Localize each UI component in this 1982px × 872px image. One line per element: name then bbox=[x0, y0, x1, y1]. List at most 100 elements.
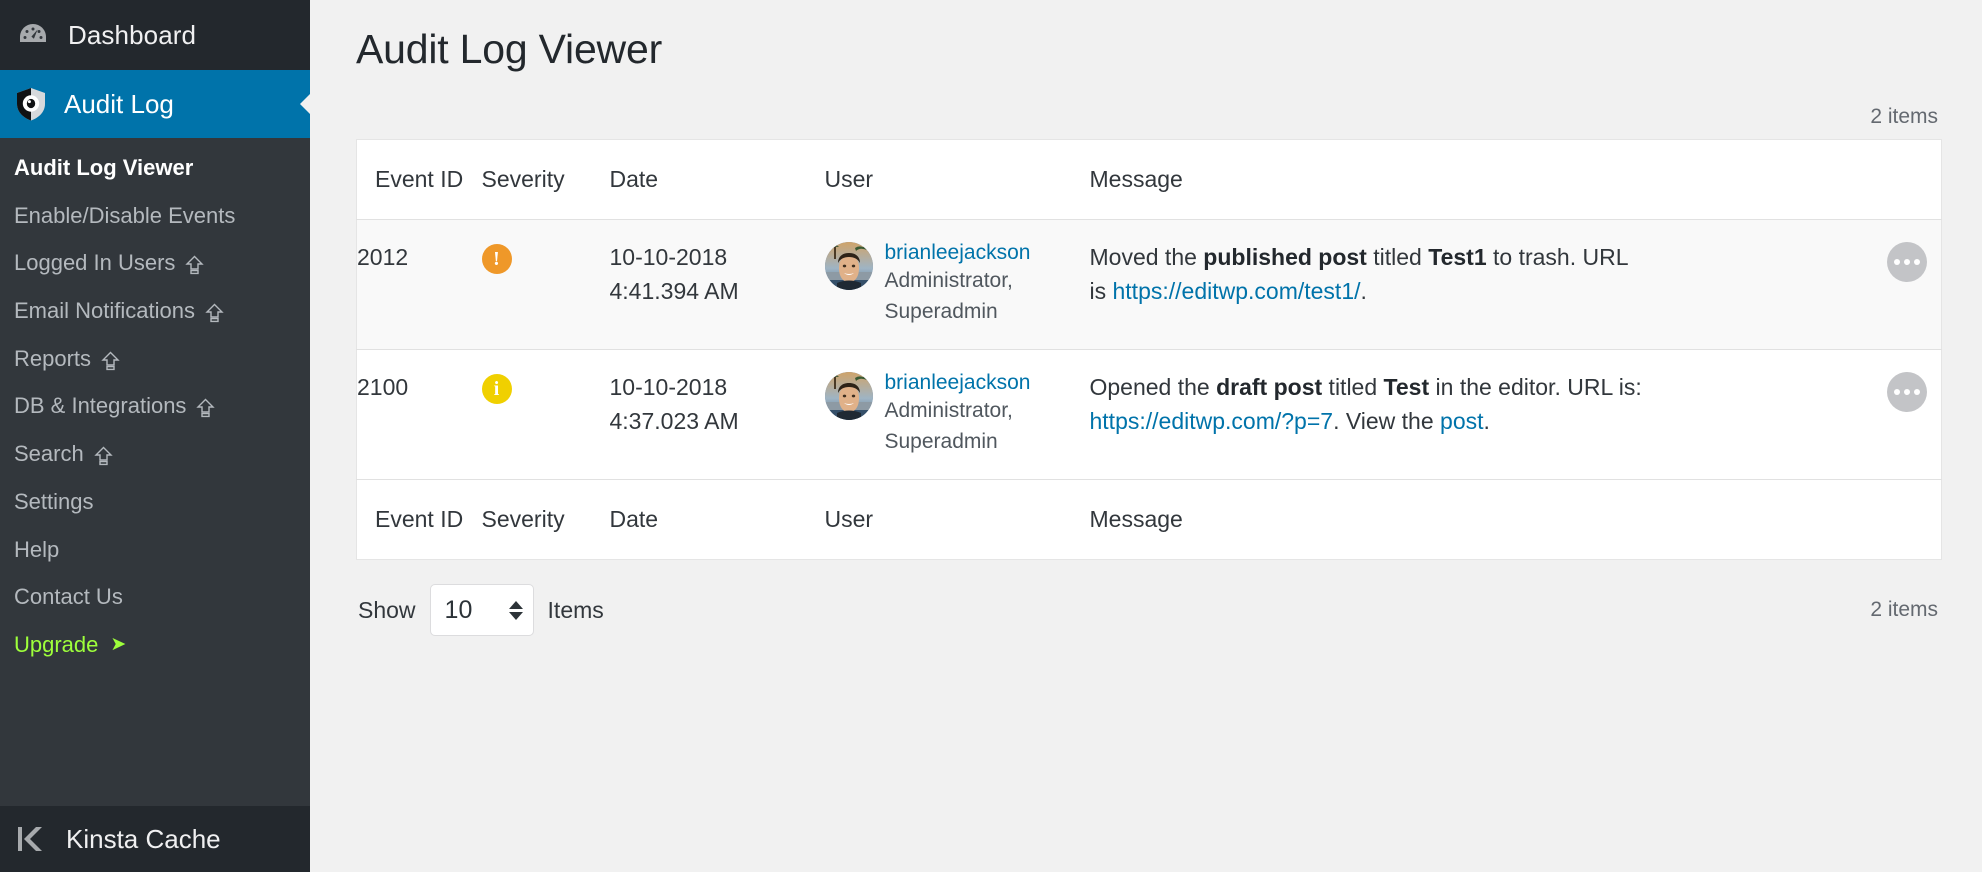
table-row[interactable]: 2012!10-10-20184:41.394 AMbrianleejackso… bbox=[357, 220, 1942, 350]
arrow-right-icon: ➤ bbox=[110, 635, 126, 654]
upgrade-arrow-icon bbox=[205, 301, 224, 321]
sidebar-item-dashboard-label: Dashboard bbox=[68, 20, 196, 51]
message-bold: draft post bbox=[1216, 374, 1322, 400]
sidebar-item-audit-log-label: Audit Log bbox=[64, 89, 174, 120]
submenu-item-label: Logged In Users bbox=[14, 248, 175, 278]
avatar bbox=[825, 372, 873, 420]
submenu-item-label: Upgrade bbox=[14, 630, 98, 660]
spinner-up-icon[interactable] bbox=[509, 601, 523, 609]
upgrade-arrow-icon bbox=[101, 349, 120, 369]
per-page-control: Show 10 Items bbox=[358, 584, 604, 636]
sidebar-item-audit-log[interactable]: Audit Log bbox=[0, 70, 310, 138]
page-title: Audit Log Viewer bbox=[356, 0, 1942, 73]
cell-event-id: 2012 bbox=[357, 220, 482, 350]
admin-sidebar: Dashboard Audit Log Audit Log Viewer Enab… bbox=[0, 0, 310, 872]
main-content: Audit Log Viewer 2 items Event IDSeverit… bbox=[310, 0, 1982, 872]
kinsta-k-icon bbox=[16, 823, 46, 855]
submenu-item-db-integrations[interactable]: DB & Integrations bbox=[0, 382, 310, 430]
date-day: 10-10-2018 bbox=[610, 370, 825, 404]
table-header-row: Event IDSeverityDateUserMessage bbox=[357, 140, 1942, 220]
submenu-item-label: DB & Integrations bbox=[14, 391, 186, 421]
message-bold: Test bbox=[1384, 374, 1430, 400]
submenu-item-reports[interactable]: Reports bbox=[0, 335, 310, 383]
user-name-link[interactable]: brianleejackson bbox=[885, 370, 1090, 396]
submenu-item-audit-log-viewer[interactable]: Audit Log Viewer bbox=[0, 144, 310, 192]
message-plain: Opened the bbox=[1090, 374, 1217, 400]
message-link[interactable]: https://editwp.com/?p=7 bbox=[1090, 408, 1334, 434]
sidebar-item-kinsta-cache-label: Kinsta Cache bbox=[66, 824, 221, 855]
col-header-user[interactable]: User bbox=[825, 140, 1090, 220]
submenu-item-label: Search bbox=[14, 439, 84, 469]
submenu-item-label: Settings bbox=[14, 487, 94, 517]
col-footer-user[interactable]: User bbox=[825, 480, 1090, 560]
shield-eye-icon bbox=[12, 85, 50, 123]
message-plain: in the editor. URL is: bbox=[1429, 374, 1642, 400]
submenu-item-settings[interactable]: Settings bbox=[0, 478, 310, 526]
items-count-top: 2 items bbox=[1870, 105, 1938, 129]
submenu-item-enable-disable-events[interactable]: Enable/Disable Events bbox=[0, 192, 310, 240]
table-row[interactable]: 2100i10-10-20184:37.023 AMbrianleejackso… bbox=[357, 350, 1942, 480]
table-head: Event IDSeverityDateUserMessage bbox=[357, 140, 1942, 220]
submenu-item-contact-us[interactable]: Contact Us bbox=[0, 573, 310, 621]
upgrade-arrow-icon bbox=[94, 444, 113, 464]
avatar bbox=[825, 242, 873, 290]
sidebar-item-kinsta-cache[interactable]: Kinsta Cache bbox=[0, 806, 310, 872]
col-footer-event-id[interactable]: Event ID bbox=[357, 480, 482, 560]
cell-date: 10-10-20184:37.023 AM bbox=[610, 350, 825, 480]
message-link[interactable]: post bbox=[1440, 408, 1483, 434]
tablenav-bottom: Show 10 Items 2 items bbox=[356, 560, 1942, 636]
ellipsis-icon[interactable] bbox=[1887, 372, 1927, 412]
submenu-item-search[interactable]: Search bbox=[0, 430, 310, 478]
message-bold: published post bbox=[1203, 244, 1367, 270]
message-text: Moved the published post titled Test1 to… bbox=[1090, 240, 1650, 308]
message-link[interactable]: https://editwp.com/test1/ bbox=[1113, 278, 1361, 304]
submenu-item-upgrade[interactable]: Upgrade ➤ bbox=[0, 621, 310, 669]
col-header-severity: Severity bbox=[482, 140, 610, 220]
cell-event-id: 2100 bbox=[357, 350, 482, 480]
submenu-item-label: Help bbox=[14, 535, 59, 565]
cell-user: brianleejacksonAdministrator, Superadmin bbox=[825, 220, 1090, 350]
spinner-arrows-icon[interactable] bbox=[509, 601, 523, 620]
upgrade-arrow-icon bbox=[185, 253, 204, 273]
col-footer-severity: Severity bbox=[482, 480, 610, 560]
info-icon: i bbox=[482, 374, 512, 404]
audit-log-table: Event IDSeverityDateUserMessage 2012!10-… bbox=[356, 139, 1942, 560]
per-page-stepper[interactable]: 10 bbox=[430, 584, 534, 636]
sidebar-item-dashboard[interactable]: Dashboard bbox=[0, 0, 310, 70]
spinner-down-icon[interactable] bbox=[509, 612, 523, 620]
col-header-date[interactable]: Date bbox=[610, 140, 825, 220]
per-page-value: 10 bbox=[445, 596, 509, 625]
col-header-event-id[interactable]: Event ID bbox=[357, 140, 482, 220]
user-roles: Administrator, Superadmin bbox=[885, 396, 1090, 457]
submenu-item-label: Contact Us bbox=[14, 582, 123, 612]
message-plain: . View the bbox=[1333, 408, 1440, 434]
submenu-item-logged-in-users[interactable]: Logged In Users bbox=[0, 239, 310, 287]
upgrade-arrow-icon bbox=[196, 396, 215, 416]
message-text: Opened the draft post titled Test in the… bbox=[1090, 370, 1650, 438]
items-label: Items bbox=[548, 597, 604, 624]
user-roles: Administrator, Superadmin bbox=[885, 266, 1090, 327]
cell-user: brianleejacksonAdministrator, Superadmin bbox=[825, 350, 1090, 480]
ellipsis-icon[interactable] bbox=[1887, 242, 1927, 282]
cell-date: 10-10-20184:41.394 AM bbox=[610, 220, 825, 350]
submenu-item-label: Email Notifications bbox=[14, 296, 195, 326]
submenu-item-label: Enable/Disable Events bbox=[14, 201, 235, 231]
cell-message: Opened the draft post titled Test in the… bbox=[1090, 350, 1942, 480]
message-plain: . bbox=[1484, 408, 1490, 434]
date-time: 4:41.394 AM bbox=[610, 274, 825, 308]
submenu-item-help[interactable]: Help bbox=[0, 526, 310, 574]
message-bold: Test1 bbox=[1428, 244, 1486, 270]
col-footer-date[interactable]: Date bbox=[610, 480, 825, 560]
submenu-item-email-notifications[interactable]: Email Notifications bbox=[0, 287, 310, 335]
cell-severity: i bbox=[482, 350, 610, 480]
cell-severity: ! bbox=[482, 220, 610, 350]
col-footer-message: Message bbox=[1090, 480, 1942, 560]
cell-message: Moved the published post titled Test1 to… bbox=[1090, 220, 1942, 350]
user-name-link[interactable]: brianleejackson bbox=[885, 240, 1090, 266]
show-label: Show bbox=[358, 597, 416, 624]
dashboard-gauge-icon bbox=[16, 18, 50, 52]
admin-page: Dashboard Audit Log Audit Log Viewer Enab… bbox=[0, 0, 1982, 872]
table-footer-row: Event IDSeverityDateUserMessage bbox=[357, 480, 1942, 560]
date-day: 10-10-2018 bbox=[610, 240, 825, 274]
message-plain: . bbox=[1361, 278, 1367, 304]
